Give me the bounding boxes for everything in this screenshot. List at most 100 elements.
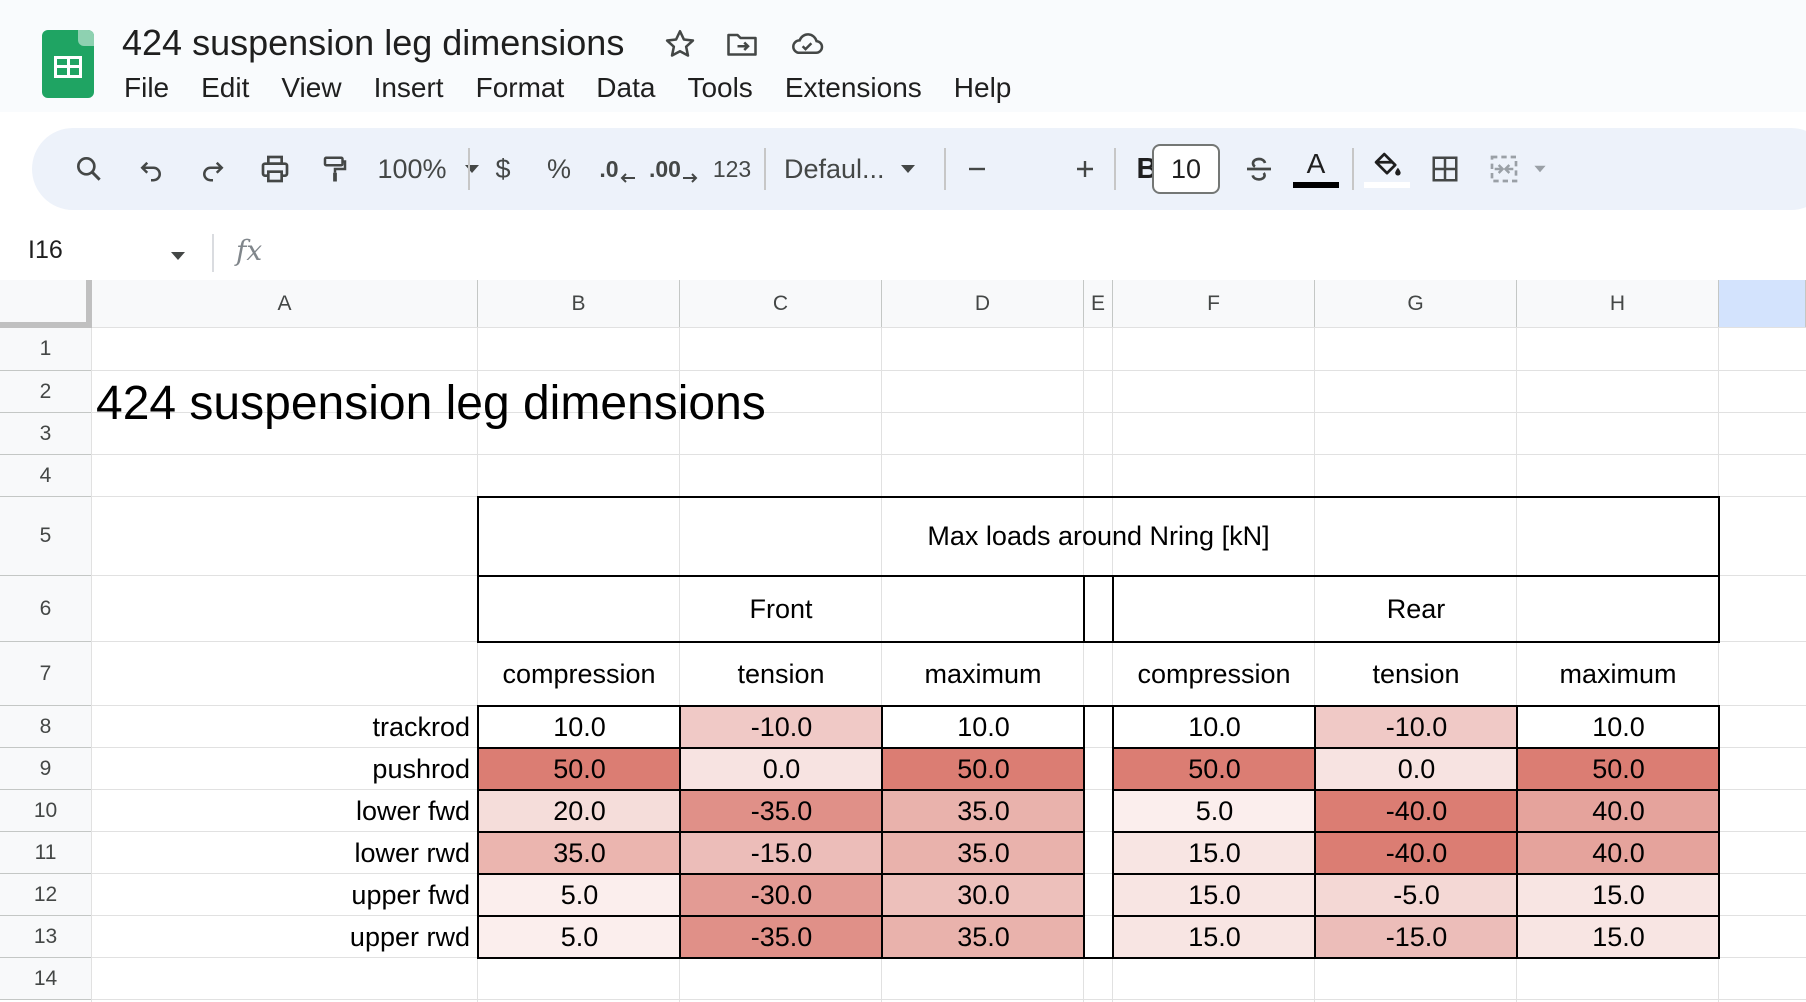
header-max-loads[interactable]: Max loads around Nring [kN]: [478, 497, 1719, 576]
strikethrough-icon[interactable]: [1234, 128, 1284, 210]
row-header-2[interactable]: 2: [0, 371, 92, 413]
data-cell[interactable]: 20.0: [479, 790, 680, 832]
menu-insert[interactable]: Insert: [358, 72, 460, 104]
name-box-caret-icon[interactable]: [170, 248, 186, 266]
star-icon[interactable]: [662, 26, 698, 62]
data-cell[interactable]: 35.0: [883, 790, 1084, 832]
data-cell[interactable]: 0.0: [681, 748, 882, 790]
data-cell[interactable]: 5.0: [479, 874, 680, 916]
row-header-14[interactable]: 14: [0, 958, 92, 1000]
data-cell[interactable]: -15.0: [1316, 916, 1517, 958]
column-header-h[interactable]: H: [1517, 280, 1719, 328]
merge-caret-icon[interactable]: [1528, 128, 1552, 210]
sub-header-maximum[interactable]: maximum: [882, 642, 1084, 706]
percent-format-button[interactable]: %: [536, 128, 582, 210]
data-cell[interactable]: 40.0: [1518, 790, 1719, 832]
sub-header-tension[interactable]: tension: [1315, 642, 1517, 706]
header-rear[interactable]: Rear: [1113, 576, 1719, 642]
data-cell[interactable]: -35.0: [681, 916, 882, 958]
column-header-g[interactable]: G: [1315, 280, 1517, 328]
column-header-e[interactable]: E: [1084, 280, 1113, 328]
data-cell[interactable]: 35.0: [479, 832, 680, 874]
row-label-upper-fwd[interactable]: upper fwd: [92, 874, 478, 916]
data-cell[interactable]: 15.0: [1518, 916, 1719, 958]
data-cell[interactable]: 35.0: [883, 916, 1084, 958]
row-header-10[interactable]: 10: [0, 790, 92, 832]
plus-icon[interactable]: [1062, 128, 1108, 210]
font-size-input[interactable]: 10: [1152, 144, 1220, 194]
column-header-selected[interactable]: [1719, 280, 1806, 328]
sub-header-compression[interactable]: compression: [478, 642, 680, 706]
row-header-1[interactable]: 1: [0, 328, 92, 371]
formula-input[interactable]: [290, 234, 1790, 272]
decrease-decimal-button[interactable]: .0: [590, 128, 646, 210]
menu-format[interactable]: Format: [460, 72, 581, 104]
column-header-a[interactable]: A: [92, 280, 478, 328]
sub-header-maximum[interactable]: maximum: [1517, 642, 1719, 706]
data-cell[interactable]: 10.0: [883, 706, 1084, 748]
data-cell[interactable]: 15.0: [1114, 874, 1315, 916]
search-icon[interactable]: [64, 128, 114, 210]
select-all-corner[interactable]: [0, 280, 92, 328]
row-label-trackrod[interactable]: trackrod: [92, 706, 478, 748]
row-header-8[interactable]: 8: [0, 706, 92, 748]
zoom-select[interactable]: 100%: [372, 128, 452, 210]
paint-format-icon[interactable]: [310, 128, 360, 210]
sheets-logo-icon[interactable]: [42, 30, 94, 98]
row-label-lower-rwd[interactable]: lower rwd: [92, 832, 478, 874]
column-header-f[interactable]: F: [1113, 280, 1315, 328]
column-header-d[interactable]: D: [882, 280, 1084, 328]
column-header-c[interactable]: C: [680, 280, 882, 328]
fill-color-icon[interactable]: [1358, 128, 1416, 210]
redo-icon[interactable]: [188, 128, 238, 210]
row-header-11[interactable]: 11: [0, 832, 92, 874]
row-header-3[interactable]: 3: [0, 413, 92, 455]
data-cell[interactable]: 35.0: [883, 832, 1084, 874]
sub-header-compression[interactable]: compression: [1113, 642, 1315, 706]
data-cell[interactable]: 15.0: [1114, 832, 1315, 874]
data-cell[interactable]: 10.0: [479, 706, 680, 748]
data-cell[interactable]: 50.0: [883, 748, 1084, 790]
font-caret-icon[interactable]: [888, 128, 928, 210]
menu-help[interactable]: Help: [938, 72, 1028, 104]
row-label-upper-rwd[interactable]: upper rwd: [92, 916, 478, 958]
increase-decimal-button[interactable]: .00: [646, 128, 702, 210]
row-label-lower-fwd[interactable]: lower fwd: [92, 790, 478, 832]
data-cell[interactable]: 50.0: [479, 748, 680, 790]
menu-extensions[interactable]: Extensions: [769, 72, 938, 104]
row-header-6[interactable]: 6: [0, 576, 92, 642]
sub-header-tension[interactable]: tension: [680, 642, 882, 706]
row-header-9[interactable]: 9: [0, 748, 92, 790]
document-title[interactable]: 424 suspension leg dimensions: [122, 22, 624, 64]
number-format-button[interactable]: 123: [702, 128, 762, 210]
data-cell[interactable]: -40.0: [1316, 832, 1517, 874]
row-header-4[interactable]: 4: [0, 455, 92, 497]
data-cell[interactable]: 15.0: [1518, 874, 1719, 916]
row-label-pushrod[interactable]: pushrod: [92, 748, 478, 790]
data-cell[interactable]: -5.0: [1316, 874, 1517, 916]
move-folder-icon[interactable]: [724, 26, 760, 62]
menu-file[interactable]: File: [122, 72, 185, 104]
print-icon[interactable]: [250, 128, 300, 210]
merge-cells-icon[interactable]: [1478, 128, 1530, 210]
data-cell[interactable]: 30.0: [883, 874, 1084, 916]
row-header-12[interactable]: 12: [0, 874, 92, 916]
data-cell[interactable]: 50.0: [1114, 748, 1315, 790]
menu-edit[interactable]: Edit: [185, 72, 265, 104]
undo-icon[interactable]: [126, 128, 176, 210]
data-cell[interactable]: 15.0: [1114, 916, 1315, 958]
text-color-button[interactable]: A: [1288, 128, 1344, 210]
data-cell[interactable]: 5.0: [479, 916, 680, 958]
header-front[interactable]: Front: [478, 576, 1084, 642]
data-cell[interactable]: -30.0: [681, 874, 882, 916]
data-cell[interactable]: 50.0: [1518, 748, 1719, 790]
menu-data[interactable]: Data: [580, 72, 671, 104]
data-cell[interactable]: -35.0: [681, 790, 882, 832]
column-header-b[interactable]: B: [478, 280, 680, 328]
cloud-saved-icon[interactable]: [788, 26, 824, 62]
data-cell[interactable]: -10.0: [1316, 706, 1517, 748]
data-cell[interactable]: -40.0: [1316, 790, 1517, 832]
name-box[interactable]: I16: [28, 236, 63, 265]
currency-format-button[interactable]: $: [480, 128, 526, 210]
sheet-title-cell[interactable]: 424 suspension leg dimensions: [96, 376, 766, 431]
